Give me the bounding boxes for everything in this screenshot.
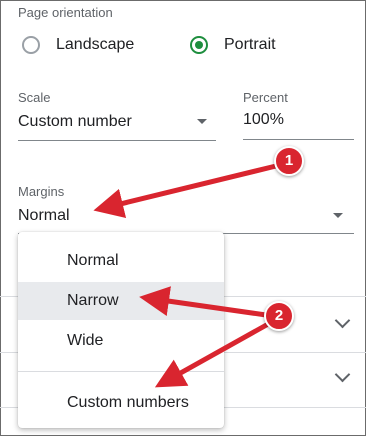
annotation-arrows [93, 163, 277, 388]
arrow-2a [139, 286, 267, 318]
annotation-badge-2: 2 [264, 301, 294, 331]
arrow-1 [93, 163, 277, 219]
annotation-badge-1: 1 [274, 146, 304, 176]
arrow-2b [154, 320, 272, 388]
